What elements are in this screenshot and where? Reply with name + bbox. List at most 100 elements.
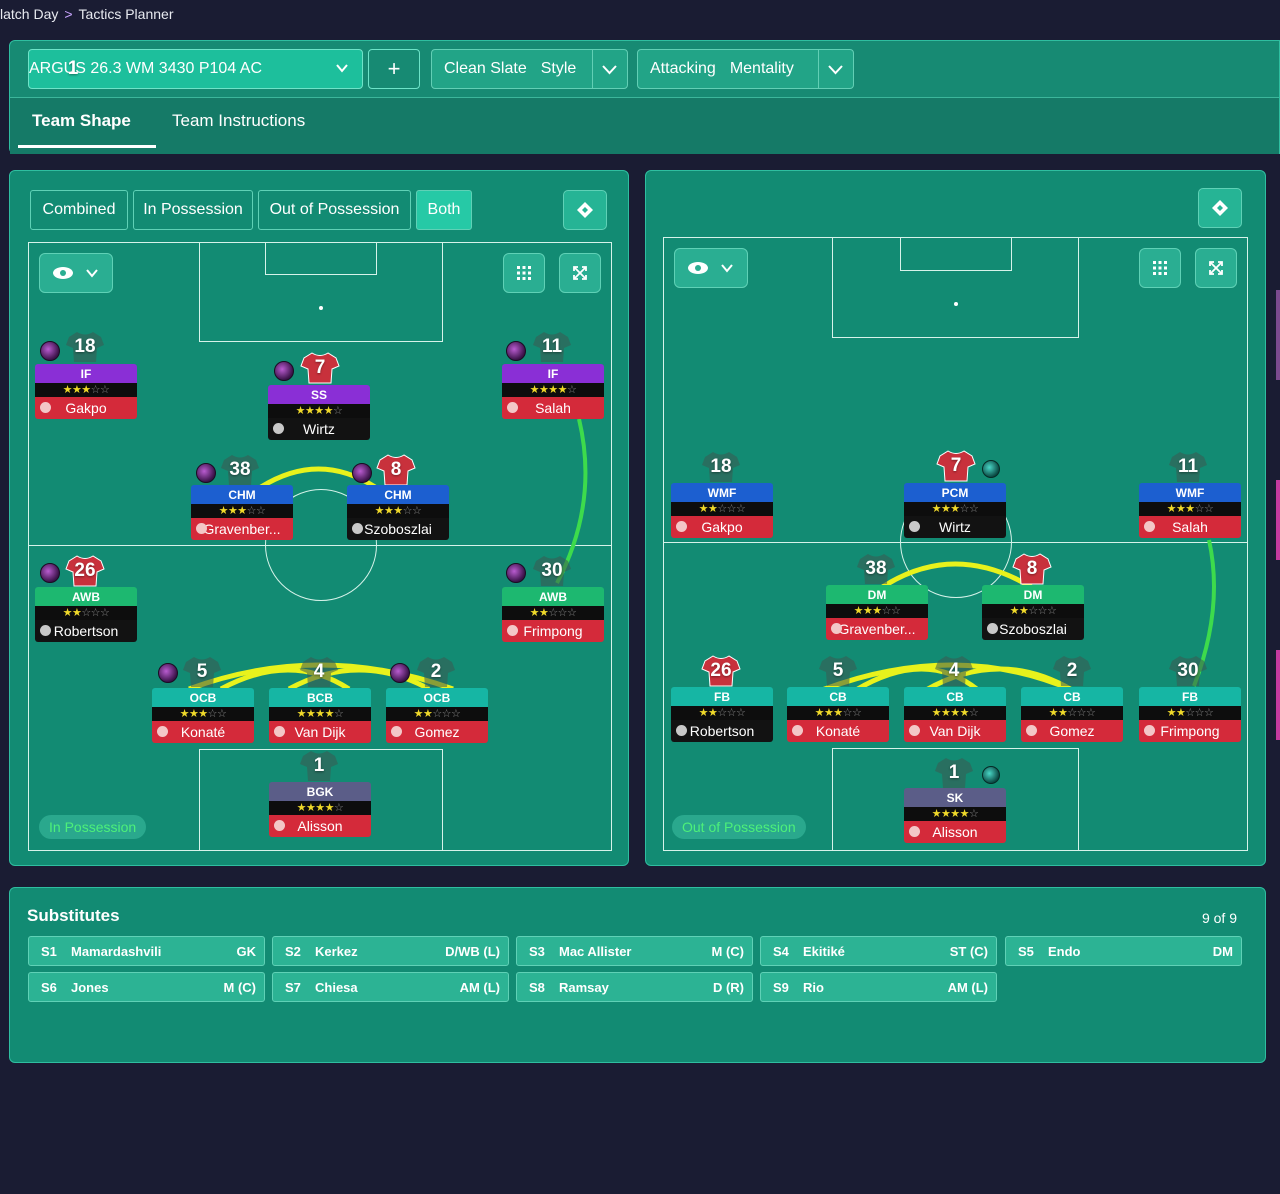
player-number: 1	[313, 755, 325, 776]
player-name-bar[interactable]: Alisson	[269, 815, 371, 837]
player-name-bar[interactable]: Konaté	[787, 720, 889, 742]
tactic-editor-button[interactable]	[563, 190, 607, 230]
style-select[interactable]: Clean Slate Style	[431, 49, 628, 89]
player-role[interactable]: IF	[502, 364, 604, 383]
player-card[interactable]: SK ★★★★☆ Alisson	[904, 788, 1006, 844]
player-name: Frimpong	[523, 623, 583, 639]
style-dropdown[interactable]	[592, 50, 627, 88]
player-role[interactable]: WMF	[671, 483, 773, 502]
player-role[interactable]: IF	[35, 364, 137, 383]
player-role[interactable]: AWB	[502, 587, 604, 606]
player-name-bar[interactable]: Robertson	[35, 620, 137, 642]
view-out-of-possession[interactable]: Out of Possession	[258, 190, 411, 230]
rating-empty-stars: ☆	[969, 707, 979, 719]
player-name-bar[interactable]: Alisson	[904, 821, 1006, 843]
mentality-dropdown[interactable]	[818, 50, 853, 88]
player-card[interactable]: BGK ★★★★☆ Alisson	[269, 782, 371, 838]
add-tactic-button[interactable]: +	[368, 49, 420, 89]
view-combined[interactable]: Combined	[30, 190, 128, 230]
player-card[interactable]: OCB ★★★☆☆ Konaté	[152, 688, 254, 744]
player-card[interactable]: CHM ★★★☆☆ Szoboszlai	[347, 485, 449, 541]
player-name-bar[interactable]: Gravenber...	[826, 618, 928, 640]
player-name-bar[interactable]: Gakpo	[671, 516, 773, 538]
player-role[interactable]: CHM	[191, 485, 293, 504]
player-name-bar[interactable]: Gomez	[386, 721, 488, 743]
player-card[interactable]: SS ★★★★☆ Wirtz	[268, 385, 370, 441]
player-role[interactable]: CB	[904, 687, 1006, 706]
player-card[interactable]: DM ★★☆☆☆ Szoboszlai	[982, 585, 1084, 641]
player-card[interactable]: CB ★★★★☆ Van Dijk	[904, 687, 1006, 743]
player-card[interactable]: AWB ★★☆☆☆ Robertson	[35, 587, 137, 643]
player-card[interactable]: CB ★★☆☆☆ Gomez	[1021, 687, 1123, 743]
player-trait-icon	[40, 563, 60, 583]
player-name-bar[interactable]: Szoboszlai	[982, 618, 1084, 640]
player-role[interactable]: SK	[904, 788, 1006, 807]
player-role[interactable]: DM	[826, 585, 928, 604]
player-name-bar[interactable]: Van Dijk	[904, 720, 1006, 742]
player-name-bar[interactable]: Frimpong	[1139, 720, 1241, 742]
breadcrumb-parent[interactable]: latch Day	[0, 6, 58, 22]
player-name-bar[interactable]: Gomez	[1021, 720, 1123, 742]
player-role[interactable]: DM	[982, 585, 1084, 604]
player-name-bar[interactable]: Van Dijk	[269, 721, 371, 743]
player-name-bar[interactable]: Szoboszlai	[347, 518, 449, 540]
view-both[interactable]: Both	[416, 190, 472, 230]
substitute-item[interactable]: S7 Chiesa AM (L)	[272, 972, 509, 1002]
view-in-possession[interactable]: In Possession	[133, 190, 253, 230]
player-name-bar[interactable]: Konaté	[152, 721, 254, 743]
tactic-select[interactable]: 1 ARGUS 26.3 WM 3430 P104 AC	[28, 49, 363, 89]
player-name-bar[interactable]: Wirtz	[268, 418, 370, 440]
player-role[interactable]: BGK	[269, 782, 371, 801]
player-name-bar[interactable]: Gakpo	[35, 397, 137, 419]
player-card[interactable]: BCB ★★★★☆ Van Dijk	[269, 688, 371, 744]
player-card[interactable]: FB ★★☆☆☆ Robertson	[671, 687, 773, 743]
substitute-item[interactable]: S4 Ekitiké ST (C)	[760, 936, 997, 966]
player-role[interactable]: BCB	[269, 688, 371, 707]
player-role[interactable]: FB	[1139, 687, 1241, 706]
player-card[interactable]: AWB ★★☆☆☆ Frimpong	[502, 587, 604, 643]
player-role[interactable]: SS	[268, 385, 370, 404]
tab-team-shape[interactable]: Team Shape	[32, 111, 131, 131]
tactic-editor-button[interactable]	[1198, 188, 1242, 228]
rating-empty-stars: ☆	[334, 708, 344, 720]
player-card[interactable]: IF ★★★☆☆ Gakpo	[35, 364, 137, 420]
player-role[interactable]: OCB	[386, 688, 488, 707]
player-name-bar[interactable]: Gravenber...	[191, 518, 293, 540]
player-name-bar[interactable]: Salah	[502, 397, 604, 419]
substitute-item[interactable]: S2 Kerkez D/WB (L)	[272, 936, 509, 966]
player-role[interactable]: CB	[787, 687, 889, 706]
substitute-item[interactable]: S6 Jones M (C)	[28, 972, 265, 1002]
player-card[interactable]: CB ★★★☆☆ Konaté	[787, 687, 889, 743]
player-name-bar[interactable]: Salah	[1139, 516, 1241, 538]
mentality-select[interactable]: Attacking Mentality	[637, 49, 854, 89]
player-role[interactable]: AWB	[35, 587, 137, 606]
player-card[interactable]: PCM ★★★☆☆ Wirtz	[904, 483, 1006, 539]
player-name-bar[interactable]: Wirtz	[904, 516, 1006, 538]
player-card[interactable]: CHM ★★★☆☆ Gravenber...	[191, 485, 293, 541]
player-role[interactable]: CB	[1021, 687, 1123, 706]
substitute-item[interactable]: S9 Rio AM (L)	[760, 972, 997, 1002]
player-role[interactable]: FB	[671, 687, 773, 706]
player-number: 4	[948, 660, 960, 681]
player-role[interactable]: CHM	[347, 485, 449, 504]
player-card[interactable]: DM ★★★☆☆ Gravenber...	[826, 585, 928, 641]
substitute-item[interactable]: S1 Mamardashvili GK	[28, 936, 265, 966]
player-name: Gravenber...	[838, 621, 916, 637]
substitute-item[interactable]: S3 Mac Allister M (C)	[516, 936, 753, 966]
player-role[interactable]: OCB	[152, 688, 254, 707]
player-card[interactable]: IF ★★★★☆ Salah	[502, 364, 604, 420]
player-card[interactable]: OCB ★★☆☆☆ Gomez	[386, 688, 488, 744]
player-role[interactable]: PCM	[904, 483, 1006, 502]
mentality-value: Attacking	[650, 60, 716, 77]
tactic-number: 1	[67, 58, 79, 79]
player-role[interactable]: WMF	[1139, 483, 1241, 502]
substitute-item[interactable]: S5 Endo DM	[1005, 936, 1242, 966]
substitute-item[interactable]: S8 Ramsay D (R)	[516, 972, 753, 1002]
player-card[interactable]: WMF ★★★☆☆ Salah	[1139, 483, 1241, 539]
player-card[interactable]: FB ★★☆☆☆ Frimpong	[1139, 687, 1241, 743]
player-card[interactable]: WMF ★★☆☆☆ Gakpo	[671, 483, 773, 539]
rating-empty-stars: ☆☆	[881, 605, 901, 617]
player-name-bar[interactable]: Robertson	[671, 720, 773, 742]
tab-team-instructions[interactable]: Team Instructions	[172, 111, 305, 131]
player-name-bar[interactable]: Frimpong	[502, 620, 604, 642]
